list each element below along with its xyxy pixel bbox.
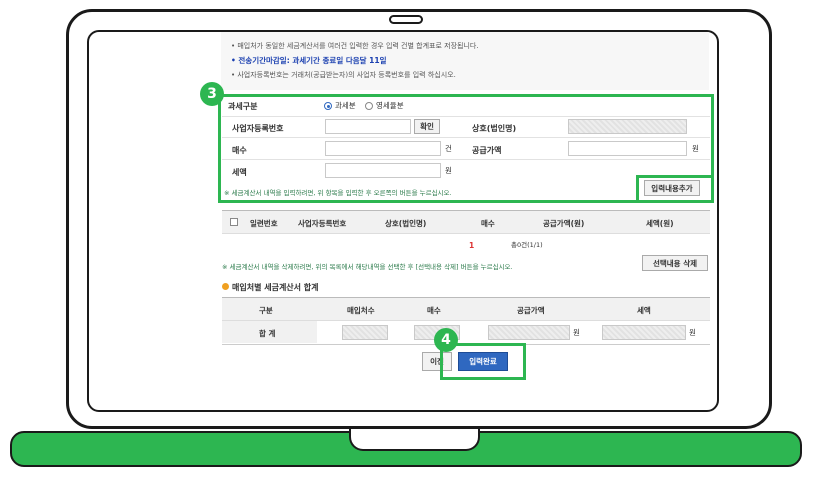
sum-col-tax: 세액 <box>637 306 651 315</box>
total-tax-field <box>602 325 686 340</box>
summary-table: 구분 매입처수 매수 공급가액 세액 합 계 원 원 <box>222 297 710 345</box>
entry-list-header: 일련번호 사업자등록번호 상호(법인명) 매수 공급가액(원) 세액(원) <box>222 210 710 234</box>
col-tax: 세액(원) <box>646 219 674 228</box>
summary-header: 구분 매입처수 매수 공급가액 세액 <box>222 298 710 321</box>
delete-selected-button[interactable]: 선택내용 삭제 <box>642 255 708 271</box>
total-vendors-field <box>342 325 388 340</box>
add-button-highlight <box>636 175 714 203</box>
bullet-icon <box>222 283 229 290</box>
col-serial: 일련번호 <box>250 219 278 228</box>
laptop-screen: • 매입처가 동일한 세금계산서를 여러건 입력한 경우 입력 건별 합계표로 … <box>87 30 719 412</box>
summary-title: 매입처별 세금계산서 합계 <box>232 283 319 292</box>
col-biz-no: 사업자등록번호 <box>298 219 347 228</box>
sum-col-vendors: 매입처수 <box>347 306 375 315</box>
sum-col-count: 매수 <box>427 306 441 315</box>
camera-icon <box>389 15 423 24</box>
sum-col-supply: 공급가액 <box>517 306 545 315</box>
page-number-link[interactable]: 1 <box>469 242 474 250</box>
total-row-label: 합 계 <box>259 329 276 338</box>
notice-line-deadline: • 전송기간마감일: 과세기간 종료일 다음달 11일 <box>231 56 387 65</box>
sum-col-category: 구분 <box>259 306 273 315</box>
col-trade-name: 상호(법인명) <box>385 219 427 228</box>
step-4-badge: 4 <box>434 328 458 352</box>
notice-line-1: • 매입처가 동일한 세금계산서를 여러건 입력한 경우 입력 건별 합계표로 … <box>231 42 479 50</box>
total-count: 총0건(1/1) <box>511 241 543 249</box>
delete-hint: ※ 세금계산서 내역을 삭제하려면, 위의 목록에서 해당내역을 선택한 후 [… <box>222 263 513 271</box>
total-supply-unit: 원 <box>573 328 580 337</box>
col-supply: 공급가액(원) <box>543 219 585 228</box>
summary-total-row: 합 계 원 원 <box>222 321 710 343</box>
total-tax-unit: 원 <box>689 328 696 337</box>
laptop-notch <box>349 429 480 451</box>
notice-line-3: • 사업자등록번호는 거래처(공급받는자)의 사업자 등록번호를 입력 하십시오… <box>231 71 456 79</box>
col-count: 매수 <box>481 219 495 228</box>
notice-box: • 매입처가 동일한 세금계산서를 여러건 입력한 경우 입력 건별 합계표로 … <box>221 32 709 90</box>
select-all-checkbox[interactable] <box>230 218 238 226</box>
step-3-badge: 3 <box>200 82 224 106</box>
total-supply-field <box>488 325 570 340</box>
